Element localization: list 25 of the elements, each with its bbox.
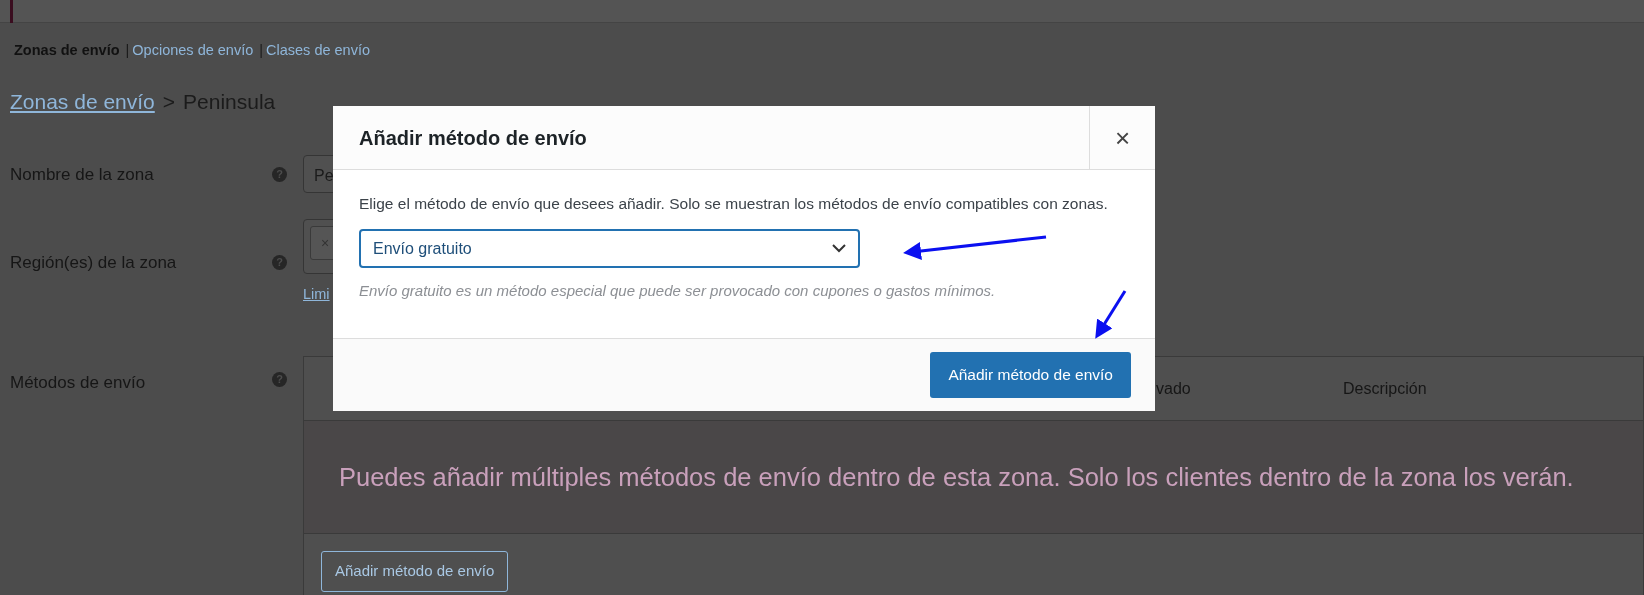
- select-value: Envío gratuito: [373, 238, 472, 259]
- help-icon: ?: [272, 166, 287, 182]
- help-text: Envío gratuito es un método especial que puede ser provocado con cupones o gastos mínimos.: [359, 281, 997, 302]
- empty-message: Puedes añadir múltiples métodos de envío dentro de esta zona. Solo los clientes dentro de la zona los verán.: [339, 462, 1574, 494]
- separator: |: [259, 41, 264, 60]
- intro-text: Elige el método de envío que desees añadir. Solo se muestran los métodos de envío compatibles con zonas.: [359, 194, 1109, 214]
- limit-link[interactable]: Limi: [303, 286, 330, 303]
- accent-bar: [10, 0, 13, 23]
- add-method-button[interactable]: Añadir método de envío: [321, 551, 509, 592]
- modal-title: Añadir método de envío: [358, 125, 588, 151]
- column-header: vado: [1156, 378, 1192, 399]
- subnav-link[interactable]: Zonas de envío: [14, 40, 120, 62]
- method-select[interactable]: Envío gratuito: [359, 229, 860, 269]
- breadcrumb-link[interactable]: Zonas de envío: [10, 85, 155, 118]
- subnav-link[interactable]: Clases de envío: [266, 40, 371, 62]
- separator: |: [125, 41, 130, 60]
- add-method-button[interactable]: Añadir método de envío: [930, 352, 1131, 398]
- subnav-link[interactable]: Opciones de envío: [132, 40, 254, 62]
- column-header: Descripción: [1343, 378, 1428, 399]
- help-icon: ?: [272, 372, 287, 388]
- chevron-down-icon: [832, 244, 846, 254]
- close-button[interactable]: ×: [1089, 106, 1155, 169]
- help-icon: ?: [272, 255, 287, 271]
- breadcrumb-divider: >: [162, 88, 176, 115]
- annotation-arrow: [1095, 290, 1127, 339]
